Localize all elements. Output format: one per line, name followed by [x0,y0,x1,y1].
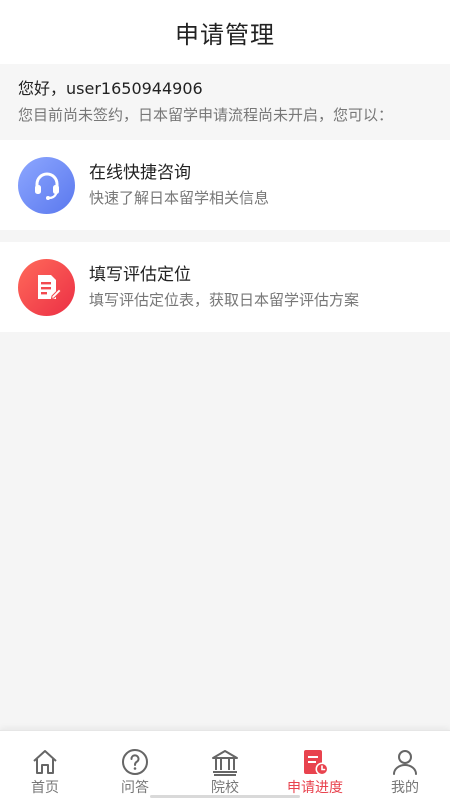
tab-label: 问答 [121,780,149,796]
school-icon [210,747,240,777]
page-title: 申请管理 [175,20,275,49]
status-text: 您目前尚未签约，日本留学申请流程尚未开启，您可以： [18,106,394,124]
tab-home[interactable]: 首页 [0,731,90,800]
card-subtitle: 快速了解日本留学相关信息 [89,189,270,207]
greeting-text: 您好，user1650944906 [18,79,203,98]
card-title: 填写评估定位 [89,265,191,285]
tab-qa[interactable]: 问答 [90,731,180,800]
home-icon [30,747,60,777]
assessment-card[interactable]: 填写评估定位 填写评估定位表，获取日本留学评估方案 [0,242,450,332]
page-header: 申请管理 [0,0,450,64]
tab-label: 首页 [31,780,59,796]
progress-icon [300,747,330,777]
card-subtitle: 填写评估定位表，获取日本留学评估方案 [89,291,360,309]
user-icon [390,747,420,777]
greeting-panel: 您好，user1650944906 您目前尚未签约，日本留学申请流程尚未开启，您… [0,64,450,140]
tab-me[interactable]: 我的 [360,731,450,800]
headset-icon [18,156,75,214]
tab-application-progress[interactable]: 申请进度 [270,731,360,800]
home-indicator [150,795,300,798]
form-edit-icon [18,258,75,316]
tab-schools[interactable]: 院校 [180,731,270,800]
online-consult-card[interactable]: 在线快捷咨询 快速了解日本留学相关信息 [0,140,450,230]
bottom-tab-bar: 首页 问答 院校 申请进度 我的 [0,730,450,800]
question-icon [120,747,150,777]
card-title: 在线快捷咨询 [89,163,191,183]
tab-label: 我的 [391,780,419,796]
